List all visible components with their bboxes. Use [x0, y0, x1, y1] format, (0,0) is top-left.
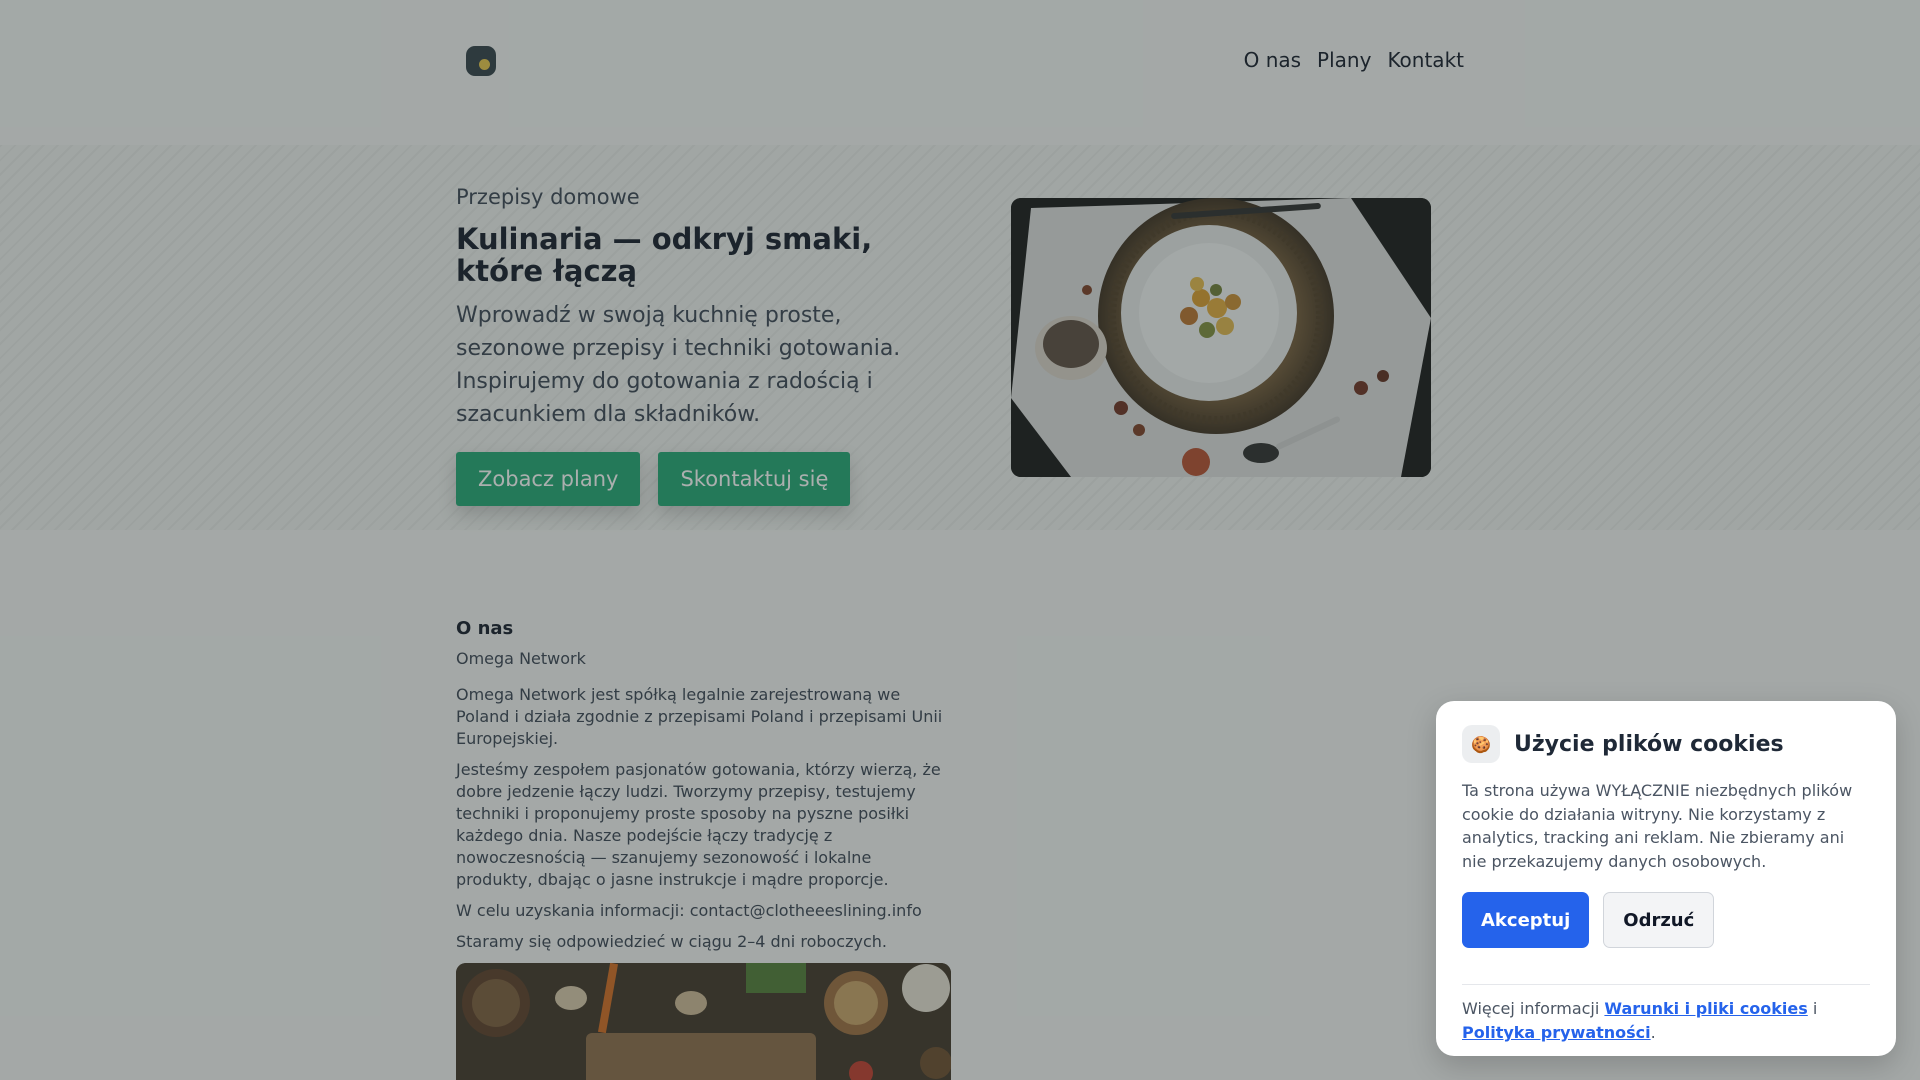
plate-illustration: [1011, 198, 1431, 477]
logo-icon[interactable]: [466, 46, 496, 76]
cookie-footer: Więcej informacji Warunki i pliki cookie…: [1462, 997, 1870, 1045]
main-nav: O nas Plany Kontakt: [1244, 48, 1464, 72]
cookie-header: 🍪 Użycie plików cookies: [1462, 725, 1870, 763]
hero-buttons: Zobacz plany Skontaktuj się: [456, 452, 851, 506]
accept-cookies-button[interactable]: Akceptuj: [1462, 892, 1590, 948]
about-heading: O nas: [456, 618, 514, 639]
see-plans-button[interactable]: Zobacz plany: [456, 452, 641, 506]
hero-title-line1: Kulinaria — odkryj smaki,: [456, 222, 873, 256]
cookie-description: Ta strona używa WYŁĄCZNIE niezbędnych pl…: [1462, 781, 1853, 871]
nav-link-contact[interactable]: Kontakt: [1387, 48, 1464, 72]
hero-section: Przepisy domowe Kulinaria — odkryj smaki…: [0, 145, 1920, 530]
about-paragraph: Jesteśmy zespołem pasjonatów gotowania, …: [456, 760, 941, 889]
hero-lead: Wprowadź w swoją kuchnię proste, sezonow…: [456, 303, 901, 427]
ingredients-image: [456, 963, 951, 1080]
contact-info: W celu uzyskania informacji: contact@clo…: [456, 901, 922, 920]
divider: [1462, 984, 1870, 985]
conjunction-text: i: [1812, 999, 1818, 1018]
about-section: O nas Omega Network Omega Network jest s…: [456, 618, 952, 962]
company-name: Omega Network: [456, 649, 586, 668]
contact-button[interactable]: Skontaktuj się: [658, 452, 851, 506]
privacy-policy-link[interactable]: Polityka prywatności: [1462, 1023, 1651, 1042]
nav-link-about[interactable]: O nas: [1244, 48, 1301, 72]
page: O nas Plany Kontakt Przepisy domowe Kuli…: [0, 0, 1920, 1080]
hero-title-line2: które łączą: [456, 254, 638, 288]
hero-food-image: [1011, 198, 1431, 477]
terms-cookies-link[interactable]: Warunki i pliki cookies: [1604, 999, 1807, 1018]
about-paragraph: Omega Network jest spółką legalnie zarej…: [456, 685, 943, 748]
nav-link-plans[interactable]: Plany: [1317, 48, 1371, 72]
hero-title: Kulinaria — odkryj smaki, które łączą: [456, 223, 926, 287]
site-header: O nas Plany Kontakt: [0, 0, 1920, 145]
cookie-buttons: Akceptuj Odrzuć: [1462, 892, 1870, 948]
response-time: Staramy się odpowiedzieć w ciągu 2–4 dni…: [456, 932, 887, 951]
ingredients-illustration: [456, 963, 951, 1080]
more-info-label: Więcej informacji: [1462, 999, 1600, 1018]
footer-suffix: .: [1650, 1023, 1656, 1042]
hero-eyebrow: Przepisy domowe: [456, 185, 640, 209]
hero-text: Przepisy domowe Kulinaria — odkryj smaki…: [456, 185, 926, 431]
cookie-icon: 🍪: [1462, 725, 1500, 763]
reject-cookies-button[interactable]: Odrzuć: [1603, 892, 1715, 948]
cookie-consent-dialog: 🍪 Użycie plików cookies Ta strona używa …: [1436, 701, 1896, 1056]
cookie-title: Użycie plików cookies: [1514, 731, 1784, 757]
